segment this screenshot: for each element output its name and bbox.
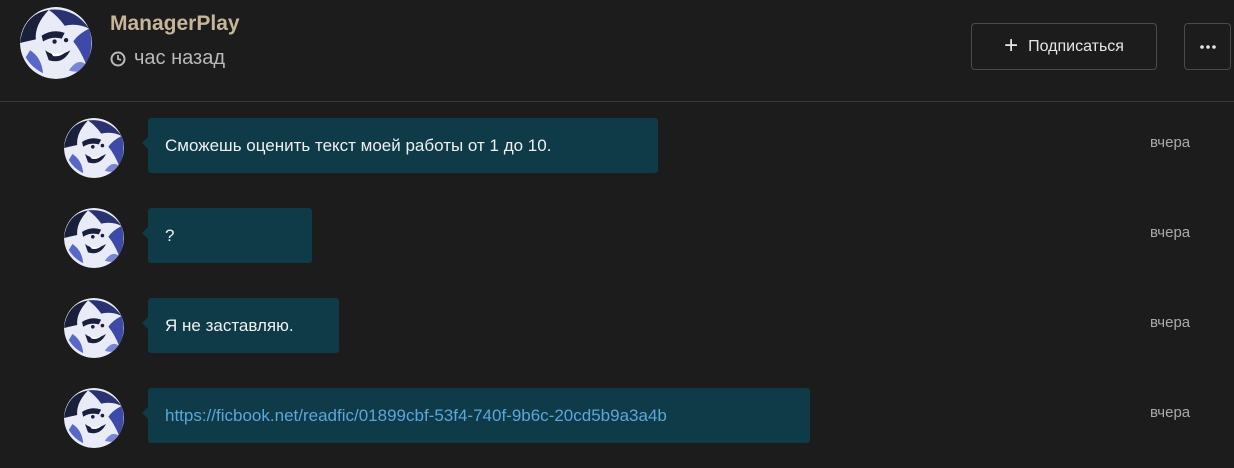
avatar[interactable] — [64, 208, 124, 268]
clock-icon — [110, 51, 126, 66]
message-bubble: Сможешь оценить текст моей работы от 1 д… — [142, 118, 658, 173]
message-bubble: ? — [142, 208, 312, 263]
message-item: ? вчера — [0, 208, 1234, 288]
message-time: вчера — [1150, 224, 1191, 241]
more-options-button[interactable] — [1184, 23, 1231, 70]
message-item: https://ficbook.net/readfic/01899cbf-53f… — [0, 388, 1234, 468]
avatar[interactable] — [20, 7, 92, 79]
message-item: Я не заставляю. вчера — [0, 298, 1234, 378]
username[interactable]: ManagerPlay — [110, 12, 240, 36]
message-text: ? — [165, 225, 175, 245]
message-bubble: Я не заставляю. — [142, 298, 339, 353]
plus-icon: + — [1004, 31, 1019, 59]
message-link[interactable]: https://ficbook.net/readfic/01899cbf-53f… — [165, 406, 667, 426]
avatar[interactable] — [64, 298, 124, 358]
time-ago-text: час назад — [134, 47, 226, 69]
message-time: вчера — [1150, 404, 1191, 421]
subscribe-button[interactable]: + Подписаться — [971, 23, 1157, 70]
message-time: вчера — [1150, 134, 1191, 151]
ellipsis-icon — [1199, 44, 1216, 49]
message-bubble: https://ficbook.net/readfic/01899cbf-53f… — [142, 388, 810, 443]
subscribe-label: Подписаться — [1028, 37, 1124, 55]
avatar[interactable] — [64, 388, 124, 448]
message-item: Сможешь оценить текст моей работы от 1 д… — [0, 118, 1234, 198]
avatar[interactable] — [64, 118, 124, 178]
message-text: Сможешь оценить текст моей работы от 1 д… — [165, 135, 552, 155]
last-seen: час назад — [110, 47, 225, 70]
message-time: вчера — [1150, 314, 1191, 331]
chat-header: ManagerPlay час назад + Подписаться — [0, 0, 1234, 102]
message-text: Я не заставляю. — [165, 315, 294, 335]
